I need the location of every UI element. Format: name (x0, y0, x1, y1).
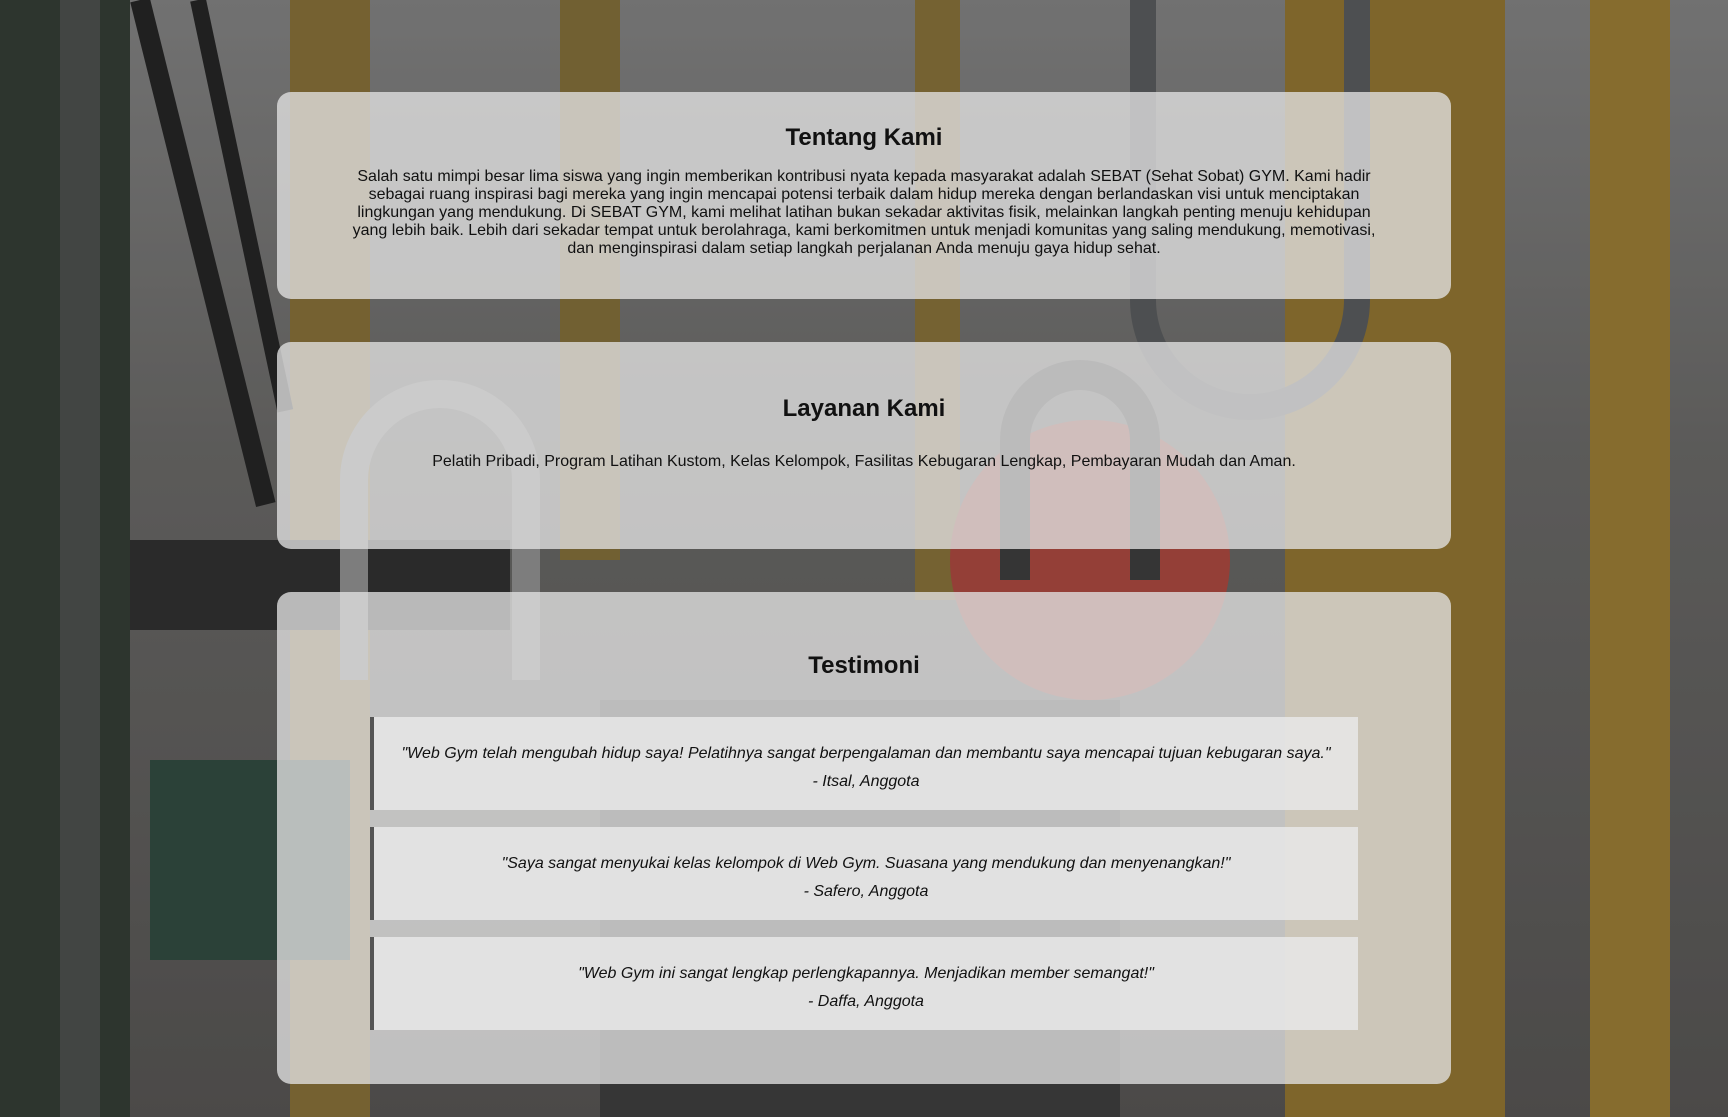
about-section: Tentang Kami Salah satu mimpi besar lima… (277, 92, 1451, 299)
testimonial-card: "Saya sangat menyukai kelas kelompok di … (370, 827, 1358, 920)
testimonial-author: - Safero, Anggota (803, 883, 929, 900)
testimonial-quote: "Web Gym ini sangat lengkap perlengkapan… (578, 965, 1154, 982)
testimonial-quote: "Web Gym telah mengubah hidup saya! Pela… (401, 745, 1331, 762)
about-title: Tentang Kami (785, 124, 943, 151)
about-description: Salah satu mimpi besar lima siswa yang i… (352, 168, 1376, 257)
services-title: Layanan Kami (782, 395, 946, 422)
testimonial-quote: "Saya sangat menyukai kelas kelompok di … (501, 855, 1231, 872)
testimonial-card: "Web Gym telah mengubah hidup saya! Pela… (370, 717, 1358, 810)
testimonial-author: - Itsal, Anggota (812, 773, 920, 790)
testimonials-section: Testimoni "Web Gym telah mengubah hidup … (277, 592, 1451, 1084)
testimonials-title: Testimoni (808, 652, 920, 679)
services-section: Layanan Kami Pelatih Pribadi, Program La… (277, 342, 1451, 549)
services-description: Pelatih Pribadi, Program Latihan Kustom,… (432, 453, 1296, 470)
testimonial-card: "Web Gym ini sangat lengkap perlengkapan… (370, 937, 1358, 1030)
testimonial-author: - Daffa, Anggota (808, 993, 924, 1010)
